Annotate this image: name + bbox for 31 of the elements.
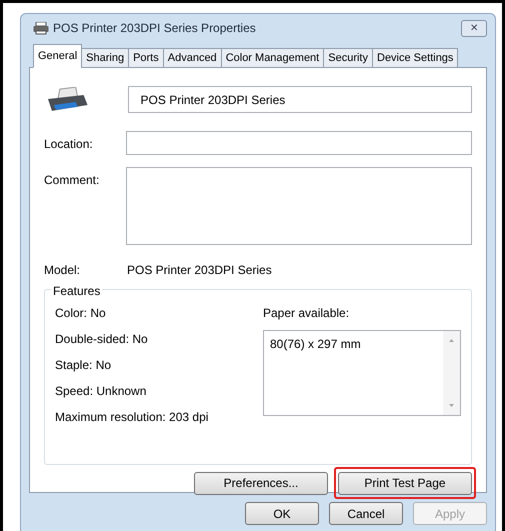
close-button[interactable]: ✕ bbox=[461, 20, 487, 36]
feature-text: Speed: Unknown bbox=[55, 383, 148, 400]
action-button[interactable]: Preferences... bbox=[194, 472, 328, 494]
tab[interactable]: General bbox=[33, 44, 82, 68]
feature-text: Staple: No bbox=[55, 357, 112, 374]
comment-field[interactable] bbox=[126, 167, 472, 245]
dialog-button[interactable]: Cancel bbox=[329, 502, 403, 525]
field-label: Location: bbox=[44, 136, 94, 153]
window-title: POS Printer 203DPI Series Properties bbox=[53, 20, 256, 37]
dialog-button[interactable]: OK bbox=[245, 502, 319, 525]
feature-text: Double-sided: No bbox=[55, 331, 149, 348]
action-button[interactable]: Print Test Page bbox=[338, 472, 472, 494]
tab[interactable]: Security bbox=[323, 48, 373, 68]
tab[interactable]: Ports bbox=[128, 48, 164, 68]
feature-text: Color: No bbox=[55, 305, 107, 322]
feature-text: Maximum resolution: 203 dpi bbox=[55, 409, 210, 426]
list-item[interactable]: 80(76) x 297 mm bbox=[270, 335, 437, 353]
model-label: Model: bbox=[44, 262, 82, 279]
model-value: POS Printer 203DPI Series bbox=[127, 262, 272, 279]
tab[interactable]: Advanced bbox=[162, 48, 222, 68]
printer-icon bbox=[46, 86, 90, 112]
printer-name-field[interactable]: POS Printer 203DPI Series bbox=[128, 86, 472, 113]
tab[interactable]: Device Settings bbox=[372, 48, 458, 68]
tab[interactable]: Color Management bbox=[220, 48, 324, 68]
location-field[interactable] bbox=[126, 131, 472, 155]
printer-icon bbox=[33, 22, 49, 34]
paper-list[interactable]: 80(76) x 297 mm bbox=[263, 330, 461, 416]
scrollbar-drawing[interactable] bbox=[443, 331, 460, 415]
tab[interactable]: Sharing bbox=[81, 48, 130, 68]
paper-label: Paper available: bbox=[263, 305, 350, 322]
field-label: Comment: bbox=[44, 172, 100, 189]
